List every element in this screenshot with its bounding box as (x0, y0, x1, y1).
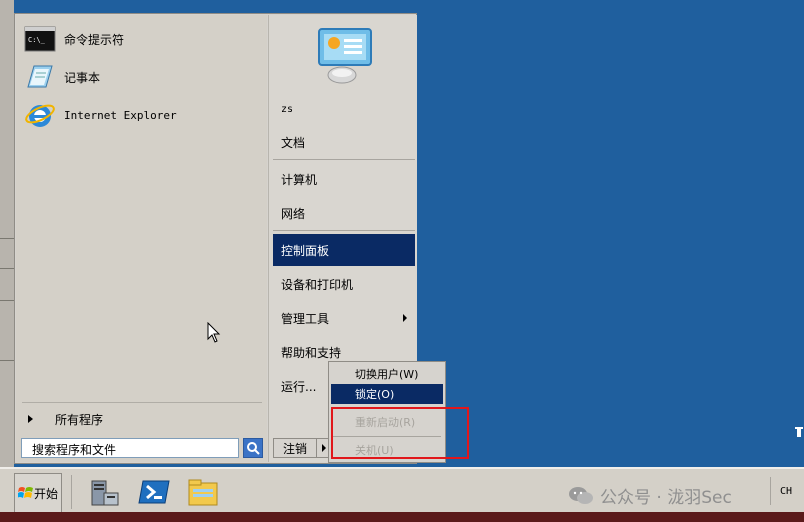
notepad-icon (24, 61, 56, 93)
powershell-icon[interactable] (137, 475, 171, 509)
user-name-link[interactable]: zs (273, 93, 415, 125)
lock-item[interactable]: 锁定(O) (331, 384, 443, 404)
logoff-button[interactable]: 注销 (273, 438, 317, 458)
switch-user-item[interactable]: 切换用户(W) (331, 364, 443, 384)
explorer-folder-icon[interactable] (186, 475, 220, 509)
documents-link[interactable]: 文档 (273, 126, 415, 158)
start-button[interactable]: 开始 (14, 473, 62, 513)
pinned-item-label: 命令提示符 (64, 32, 125, 47)
desktop-window-edge (0, 0, 14, 470)
divider (273, 230, 415, 231)
devices-printers-link[interactable]: 设备和打印机 (273, 268, 415, 300)
wechat-icon (569, 486, 593, 504)
search-input[interactable]: 搜索程序和文件 (21, 438, 239, 458)
user-picture-icon (312, 27, 378, 89)
watermark-text: 公众号 · 泷羽Sec (600, 488, 732, 508)
bottom-strip (0, 512, 804, 522)
pinned-item-notepad[interactable]: 记事本 (24, 61, 100, 93)
language-indicator[interactable]: CH (770, 477, 801, 505)
chevron-right-icon (28, 415, 33, 423)
search-button[interactable] (243, 438, 263, 458)
all-programs-label: 所有程序 (55, 412, 104, 427)
svg-text:C:\_: C:\_ (28, 36, 46, 44)
server-manager-icon[interactable] (88, 475, 122, 509)
divider (273, 159, 415, 160)
admin-tools-label: 管理工具 (281, 311, 330, 326)
admin-tools-link[interactable]: 管理工具 (273, 302, 415, 334)
cmd-icon: C:\_ (24, 23, 56, 55)
start-menu-left-pane: C:\_ 命令提示符 记事本 Internet Explorer 所有程序 搜索… (16, 15, 267, 462)
divider (71, 475, 72, 509)
annotation-highlight-box (331, 407, 469, 459)
chevron-right-icon (403, 314, 407, 322)
chevron-right-icon (321, 444, 326, 452)
pinned-item-label: 记事本 (64, 70, 101, 85)
control-panel-link[interactable]: 控制面板 (273, 234, 415, 266)
windows-logo-icon (18, 487, 33, 498)
ie-icon (24, 99, 56, 131)
logoff-group: 注销 (273, 438, 331, 460)
all-programs-button[interactable]: 所有程序 (24, 410, 103, 428)
computer-link[interactable]: 计算机 (273, 163, 415, 195)
start-label: 开始 (34, 486, 59, 501)
search-row: 搜索程序和文件 (21, 438, 265, 460)
pinned-item-ie[interactable]: Internet Explorer (24, 99, 177, 131)
network-link[interactable]: 网络 (273, 197, 415, 229)
pinned-item-label: Internet Explorer (64, 108, 177, 122)
search-icon (247, 442, 260, 455)
pinned-item-cmd[interactable]: C:\_ 命令提示符 (24, 23, 124, 55)
divider (22, 402, 262, 403)
resize-handle-icon (795, 427, 803, 437)
watermark: 公众号 · 泷羽Sec (568, 483, 732, 508)
mouse-cursor-icon (207, 322, 221, 343)
